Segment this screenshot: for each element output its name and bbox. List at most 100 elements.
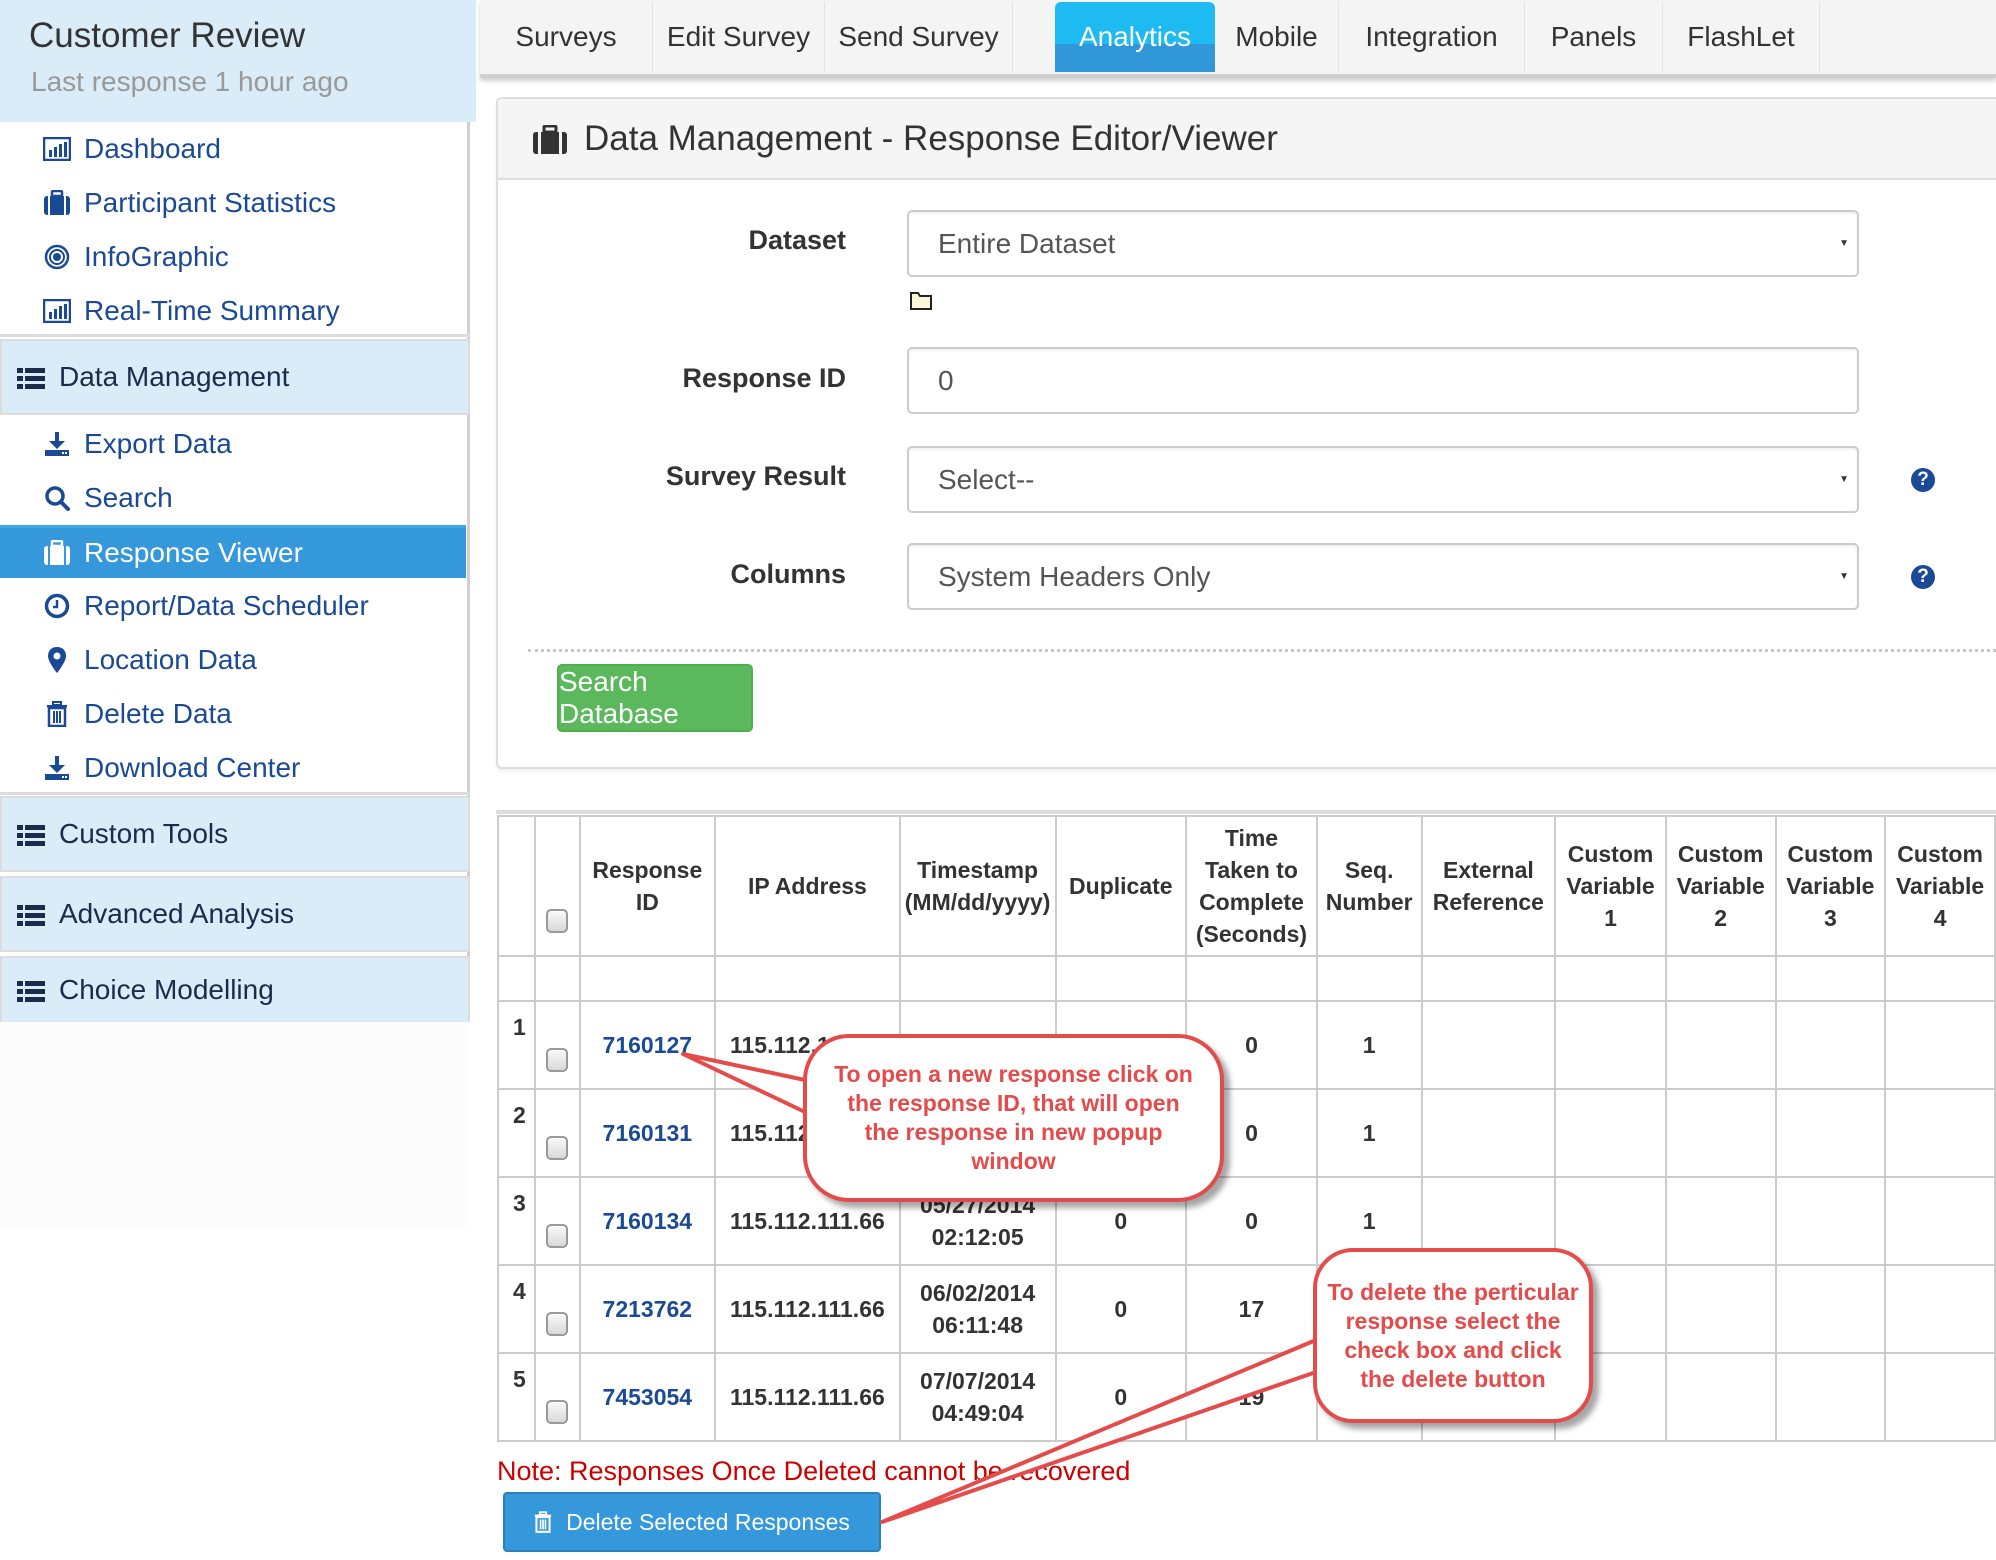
- top-nav: Surveys Edit Survey Send Survey Analytic…: [480, 0, 1996, 78]
- tab-mobile[interactable]: Mobile: [1215, 2, 1339, 72]
- select-all-header: [533, 815, 581, 957]
- tab-send-survey[interactable]: Send Survey: [825, 2, 1013, 72]
- dataset-select-value: Entire Dataset: [938, 227, 1116, 259]
- header-response-id[interactable]: Response ID: [578, 815, 717, 957]
- list-icon: [17, 978, 47, 1002]
- table-row: 2 7160131 115.112.111.66 0 1: [497, 1088, 1996, 1178]
- select-all-checkbox[interactable]: [546, 909, 569, 933]
- response-id-link[interactable]: 7213762: [603, 1296, 693, 1322]
- row-checkbox[interactable]: [546, 1224, 569, 1248]
- sidebar: Customer Review Last response 1 hour ago…: [0, 0, 476, 1226]
- columns-select-value: System Headers Only: [938, 560, 1211, 592]
- row-checkbox[interactable]: [546, 1400, 569, 1424]
- row-checkbox[interactable]: [546, 1048, 569, 1072]
- callout-open-response: To open a new response click on the resp…: [803, 1034, 1224, 1202]
- response-id-label: Response ID: [682, 363, 846, 393]
- sidebar-item-search[interactable]: Search: [0, 473, 466, 523]
- duplicate-cell: 0: [1054, 1352, 1188, 1442]
- sidebar-item-dashboard[interactable]: Dashboard: [0, 124, 466, 174]
- sidebar-item-delete-data[interactable]: Delete Data: [0, 689, 466, 739]
- callout-delete-response: To delete the perticular response select…: [1313, 1248, 1593, 1423]
- ip-cell: 115.112.111.66: [714, 1352, 901, 1442]
- header-external-reference[interactable]: External Reference: [1420, 815, 1557, 957]
- delete-selected-responses-button[interactable]: Delete Selected Responses: [503, 1492, 881, 1552]
- response-id-input[interactable]: 0: [907, 347, 1859, 414]
- caret-down-icon: ▼: [1839, 571, 1849, 582]
- tab-edit-survey[interactable]: Edit Survey: [653, 2, 825, 72]
- sidebar-item-label: Dashboard: [84, 133, 221, 164]
- columns-select[interactable]: System Headers Only ▼: [907, 543, 1859, 610]
- tab-analytics[interactable]: Analytics: [1055, 2, 1215, 72]
- help-icon[interactable]: ?: [1911, 468, 1935, 492]
- columns-label: Columns: [730, 559, 846, 589]
- ip-cell: 115.112.111.66: [714, 1264, 901, 1354]
- sidebar-group-label: Advanced Analysis: [59, 898, 295, 929]
- response-id-link[interactable]: 7453054: [603, 1384, 693, 1410]
- sidebar-group-choice-modelling[interactable]: Choice Modelling: [0, 956, 470, 1022]
- survey-result-label: Survey Result: [665, 461, 846, 491]
- sidebar-item-response-viewer[interactable]: Response Viewer: [0, 525, 466, 578]
- survey-result-select[interactable]: Select-- ▼: [907, 446, 1859, 513]
- header-timestamp[interactable]: Timestamp (MM/dd/yyyy): [898, 815, 1057, 957]
- sidebar-item-export-data[interactable]: Export Data: [0, 419, 466, 469]
- dataset-label: Dataset: [748, 225, 846, 255]
- time-taken-cell: 19: [1185, 1352, 1318, 1442]
- header-custom-variable-1[interactable]: Custom Variable 1: [1554, 815, 1667, 957]
- header-ip-address[interactable]: IP Address: [714, 815, 901, 957]
- target-icon: [42, 242, 72, 272]
- sidebar-group-custom-tools[interactable]: Custom Tools: [0, 796, 470, 872]
- sidebar-item-infographic[interactable]: InfoGraphic: [0, 232, 466, 282]
- seq-number-cell: 1: [1315, 1000, 1423, 1090]
- sidebar-item-label: Search: [84, 482, 173, 513]
- external-reference-cell: [1420, 1088, 1557, 1178]
- tab-integration[interactable]: Integration: [1339, 2, 1525, 72]
- dataset-select[interactable]: Entire Dataset ▼: [907, 210, 1859, 277]
- list-icon: [17, 902, 47, 926]
- last-response-status: Last response 1 hour ago: [31, 66, 349, 97]
- header-custom-variable-2[interactable]: Custom Variable 2: [1664, 815, 1777, 957]
- header-seq-number[interactable]: Seq. Number: [1315, 815, 1423, 957]
- response-id-link[interactable]: 7160131: [603, 1120, 693, 1146]
- download-icon: [42, 753, 72, 783]
- page-title: Data Management - Response Editor/Viewer: [584, 119, 1278, 158]
- filter-row: [497, 955, 1996, 1002]
- sidebar-group-data-management[interactable]: Data Management: [0, 339, 470, 415]
- row-checkbox[interactable]: [546, 1312, 569, 1336]
- bar-chart-icon: [42, 296, 72, 326]
- sidebar-item-label: Export Data: [84, 428, 232, 459]
- divider: [528, 649, 1996, 652]
- folder-icon[interactable]: [909, 291, 933, 311]
- tab-flashlet[interactable]: FlashLet: [1663, 2, 1820, 72]
- response-id-link[interactable]: 7160127: [603, 1032, 693, 1058]
- responses-table: Response ID IP Address Timestamp (MM/dd/yy…: [497, 815, 1996, 1442]
- sidebar-group-label: Choice Modelling: [59, 974, 274, 1005]
- row-number: 1: [497, 1000, 536, 1090]
- trash-icon: [42, 699, 72, 729]
- sidebar-item-participant-statistics[interactable]: Participant Statistics: [0, 178, 466, 228]
- divider: [0, 334, 470, 337]
- row-checkbox[interactable]: [546, 1136, 569, 1160]
- list-icon: [17, 365, 47, 389]
- search-database-button[interactable]: Search Database: [557, 664, 753, 732]
- sidebar-item-real-time-summary[interactable]: Real-Time Summary: [0, 286, 466, 336]
- survey-result-select-value: Select--: [938, 463, 1035, 495]
- sidebar-group-advanced-analysis[interactable]: Advanced Analysis: [0, 876, 470, 952]
- clock-icon: [42, 591, 72, 621]
- header-duplicate[interactable]: Duplicate: [1054, 815, 1188, 957]
- tab-surveys[interactable]: Surveys: [480, 2, 653, 72]
- delete-button-label: Delete Selected Responses: [566, 1508, 850, 1535]
- response-id-link[interactable]: 7160134: [603, 1208, 693, 1234]
- header-custom-variable-4[interactable]: Custom Variable 4: [1884, 815, 1996, 957]
- external-reference-cell: [1420, 1000, 1557, 1090]
- header-time-taken[interactable]: Time Taken to Complete (Seconds): [1185, 815, 1318, 957]
- sidebar-item-location-data[interactable]: Location Data: [0, 635, 466, 685]
- sidebar-item-download-center[interactable]: Download Center: [0, 743, 466, 793]
- list-icon: [17, 822, 47, 846]
- sidebar-item-label: Download Center: [84, 752, 301, 783]
- timestamp-cell: 07/07/2014 04:49:04: [898, 1352, 1057, 1442]
- help-icon[interactable]: ?: [1911, 565, 1935, 589]
- header-custom-variable-3[interactable]: Custom Variable 3: [1774, 815, 1887, 957]
- tab-panels[interactable]: Panels: [1525, 2, 1663, 72]
- sidebar-item-report-data-scheduler[interactable]: Report/Data Scheduler: [0, 581, 466, 631]
- panel-header: Data Management - Response Editor/Viewer: [498, 99, 1996, 180]
